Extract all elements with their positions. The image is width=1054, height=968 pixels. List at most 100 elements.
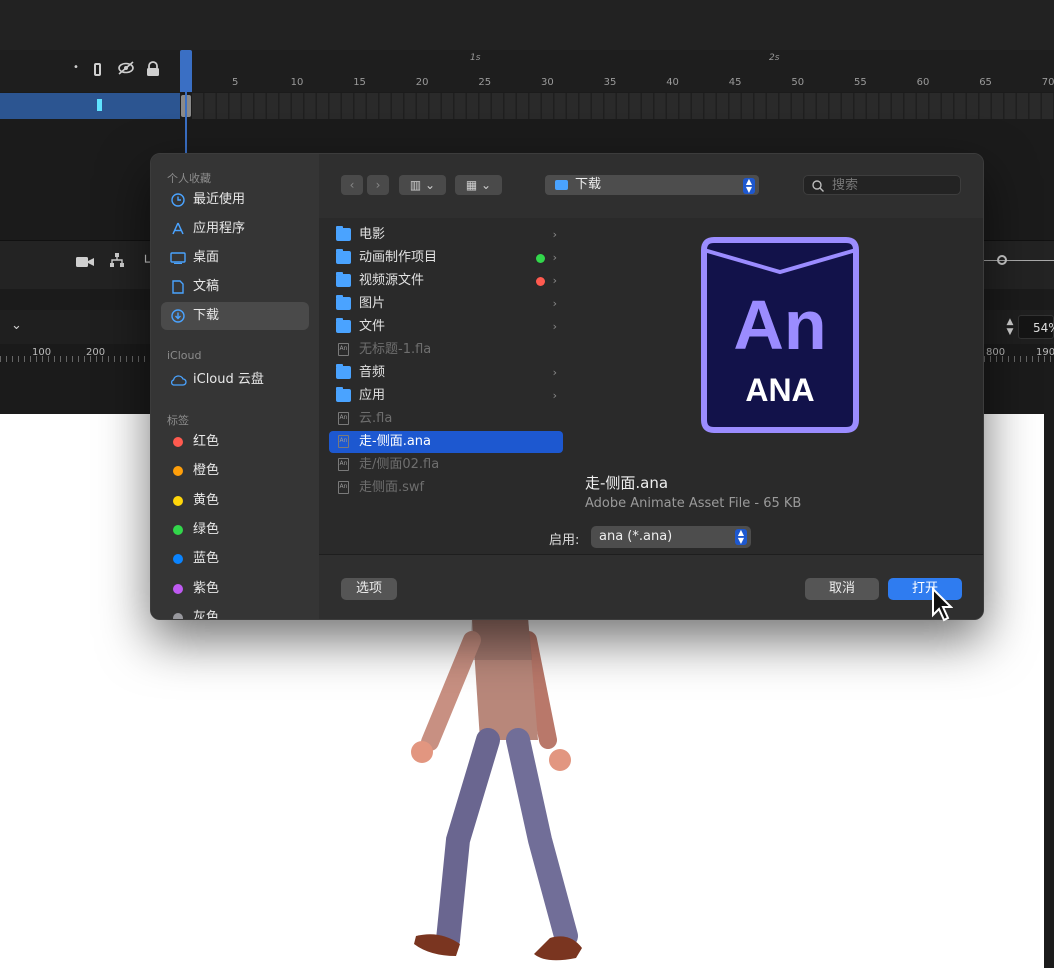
chevron-right-icon: › [552,389,557,402]
forward-button[interactable]: › [367,175,389,195]
layer-color-marker [97,99,102,111]
document-icon [169,273,187,304]
sidebar-tag-item[interactable]: 黄色 [161,487,309,515]
frame-number: 70 [1041,77,1054,88]
folder-row[interactable]: 应用 › [329,385,563,407]
frame-number: 60 [916,77,930,88]
clock-icon [169,186,187,217]
file-name: 视频源文件 [359,273,425,288]
sidebar-item-label: 最近使用 [193,192,246,207]
eye-off-icon[interactable] [117,60,135,80]
sidebar-tag-item[interactable]: 橙色 [161,457,309,485]
sidebar-item-recents[interactable]: 最近使用 [161,186,309,214]
dot-icon[interactable]: • [73,62,79,73]
sidebar-item-label: 黄色 [193,492,220,508]
layer-tree-icon[interactable] [109,252,125,272]
sidebar-item-label: 下载 [193,308,220,323]
tag-color-dot [173,583,183,594]
tag-color-dot [173,554,183,565]
chevron-right-icon: › [552,251,557,264]
frame-number: 20 [415,77,429,88]
chevron-down-icon[interactable]: ⌄ [11,318,22,333]
tag-color-dot [536,254,545,263]
sidebar-tag-item[interactable]: 红色 [161,428,309,456]
sidebar-tag-item[interactable]: 绿色 [161,516,309,544]
file-name: 应用 [359,388,386,403]
folder-icon [336,249,351,264]
chevron-right-icon: › [552,320,557,333]
sidebar-item-downloads[interactable]: 下载 [161,302,309,330]
file-name: 音频 [359,365,386,380]
zoom-slider-knob[interactable] [997,255,1007,265]
file-type-select[interactable]: ana (*.ana) ▲ ▼ [591,526,751,548]
sidebar-item-label: 灰色 [193,609,220,620]
frame-number: 50 [791,77,805,88]
file-row[interactable]: An 走/侧面02.fla [329,454,563,476]
layer-row[interactable] [0,93,180,119]
file-name: 图片 [359,296,386,311]
file-name: 电影 [359,227,386,242]
dialog-footer: 选项 取消 打开 [319,554,983,619]
sidebar-item-label: 文稿 [193,279,220,294]
file-row[interactable]: An 走-侧面.ana [329,431,563,453]
zoom-field[interactable]: 54% [1018,315,1054,339]
frames-row[interactable] [192,93,1054,119]
tags-header: 标签 [167,414,189,427]
preview-file-meta: Adobe Animate Asset File - 65 KB [585,496,802,511]
sidebar-tag-item[interactable]: 紫色 [161,575,309,603]
location-popup[interactable]: 下载 ▲ ▼ [545,175,759,195]
sidebar-item-desktop[interactable]: 桌面 [161,244,309,272]
search-input[interactable]: 搜索 [803,175,961,195]
zoom-stepper[interactable]: ▲ ▼ [1003,317,1017,337]
file-row[interactable]: An 走侧面.swf [329,477,563,499]
folder-row[interactable]: 视频源文件 › [329,270,563,292]
chevron-right-icon: › [552,366,557,379]
column-view-button[interactable]: ▥ ⌄ [399,175,446,195]
outline-icon[interactable] [94,63,101,76]
sidebar-item-icloud-drive[interactable]: iCloud 云盘 [161,366,309,394]
icon-text-large: An [733,286,826,364]
second-label: 2s [769,53,780,63]
file-preview: An ANA 走-侧面.ana Adobe Animate Asset File… [575,218,983,554]
file-name: 无标题-1.fla [359,342,432,357]
folder-row[interactable]: 图片 › [329,293,563,315]
updown-chevron-icon: ▲ ▼ [735,529,747,545]
file-row[interactable]: An 无标题-1.fla [329,339,563,361]
playhead[interactable] [180,50,192,92]
sidebar-tag-item[interactable]: 蓝色 [161,545,309,573]
stage-gutter [1044,414,1054,968]
folder-row[interactable]: 音频 › [329,362,563,384]
second-label: 1s [470,53,481,63]
grid-view-button[interactable]: ▦ ⌄ [455,175,502,195]
apps-icon [169,215,187,246]
sidebar-item-label: iCloud 云盘 [193,372,264,387]
sidebar-item-label: 桌面 [193,250,220,265]
folder-row[interactable]: 文件 › [329,316,563,338]
sidebar-item-applications[interactable]: 应用程序 [161,215,309,243]
sidebar-item-label: 红色 [193,434,220,449]
file-row[interactable]: An 云.fla [329,408,563,430]
animate-file-icon: An [338,343,349,356]
frame-number: 55 [854,77,867,88]
tag-color-dot [536,277,545,286]
lock-icon[interactable] [146,61,160,81]
animate-file-icon: An [338,481,349,494]
camera-icon[interactable] [76,254,94,272]
mouse-cursor-icon [932,587,953,622]
walking-character[interactable] [400,600,590,968]
search-icon [812,180,824,192]
sidebar-item-documents[interactable]: 文稿 [161,273,309,301]
sidebar-tag-item[interactable]: 灰色 [161,604,309,620]
folder-row[interactable]: 电影 › [329,224,563,246]
options-button[interactable]: 选项 [341,578,397,600]
tag-color-dot [173,437,183,447]
cancel-button[interactable]: 取消 [805,578,879,600]
folder-row[interactable]: 动画制作项目 › [329,247,563,269]
back-button[interactable]: ‹ [341,175,363,195]
frame-number: 35 [603,77,617,88]
tag-color-dot [173,466,183,477]
sidebar-item-label: 蓝色 [193,551,220,567]
animate-file-icon: An [338,435,349,448]
file-name: 云.fla [359,411,393,426]
zoom-slider-track[interactable] [984,260,1054,261]
